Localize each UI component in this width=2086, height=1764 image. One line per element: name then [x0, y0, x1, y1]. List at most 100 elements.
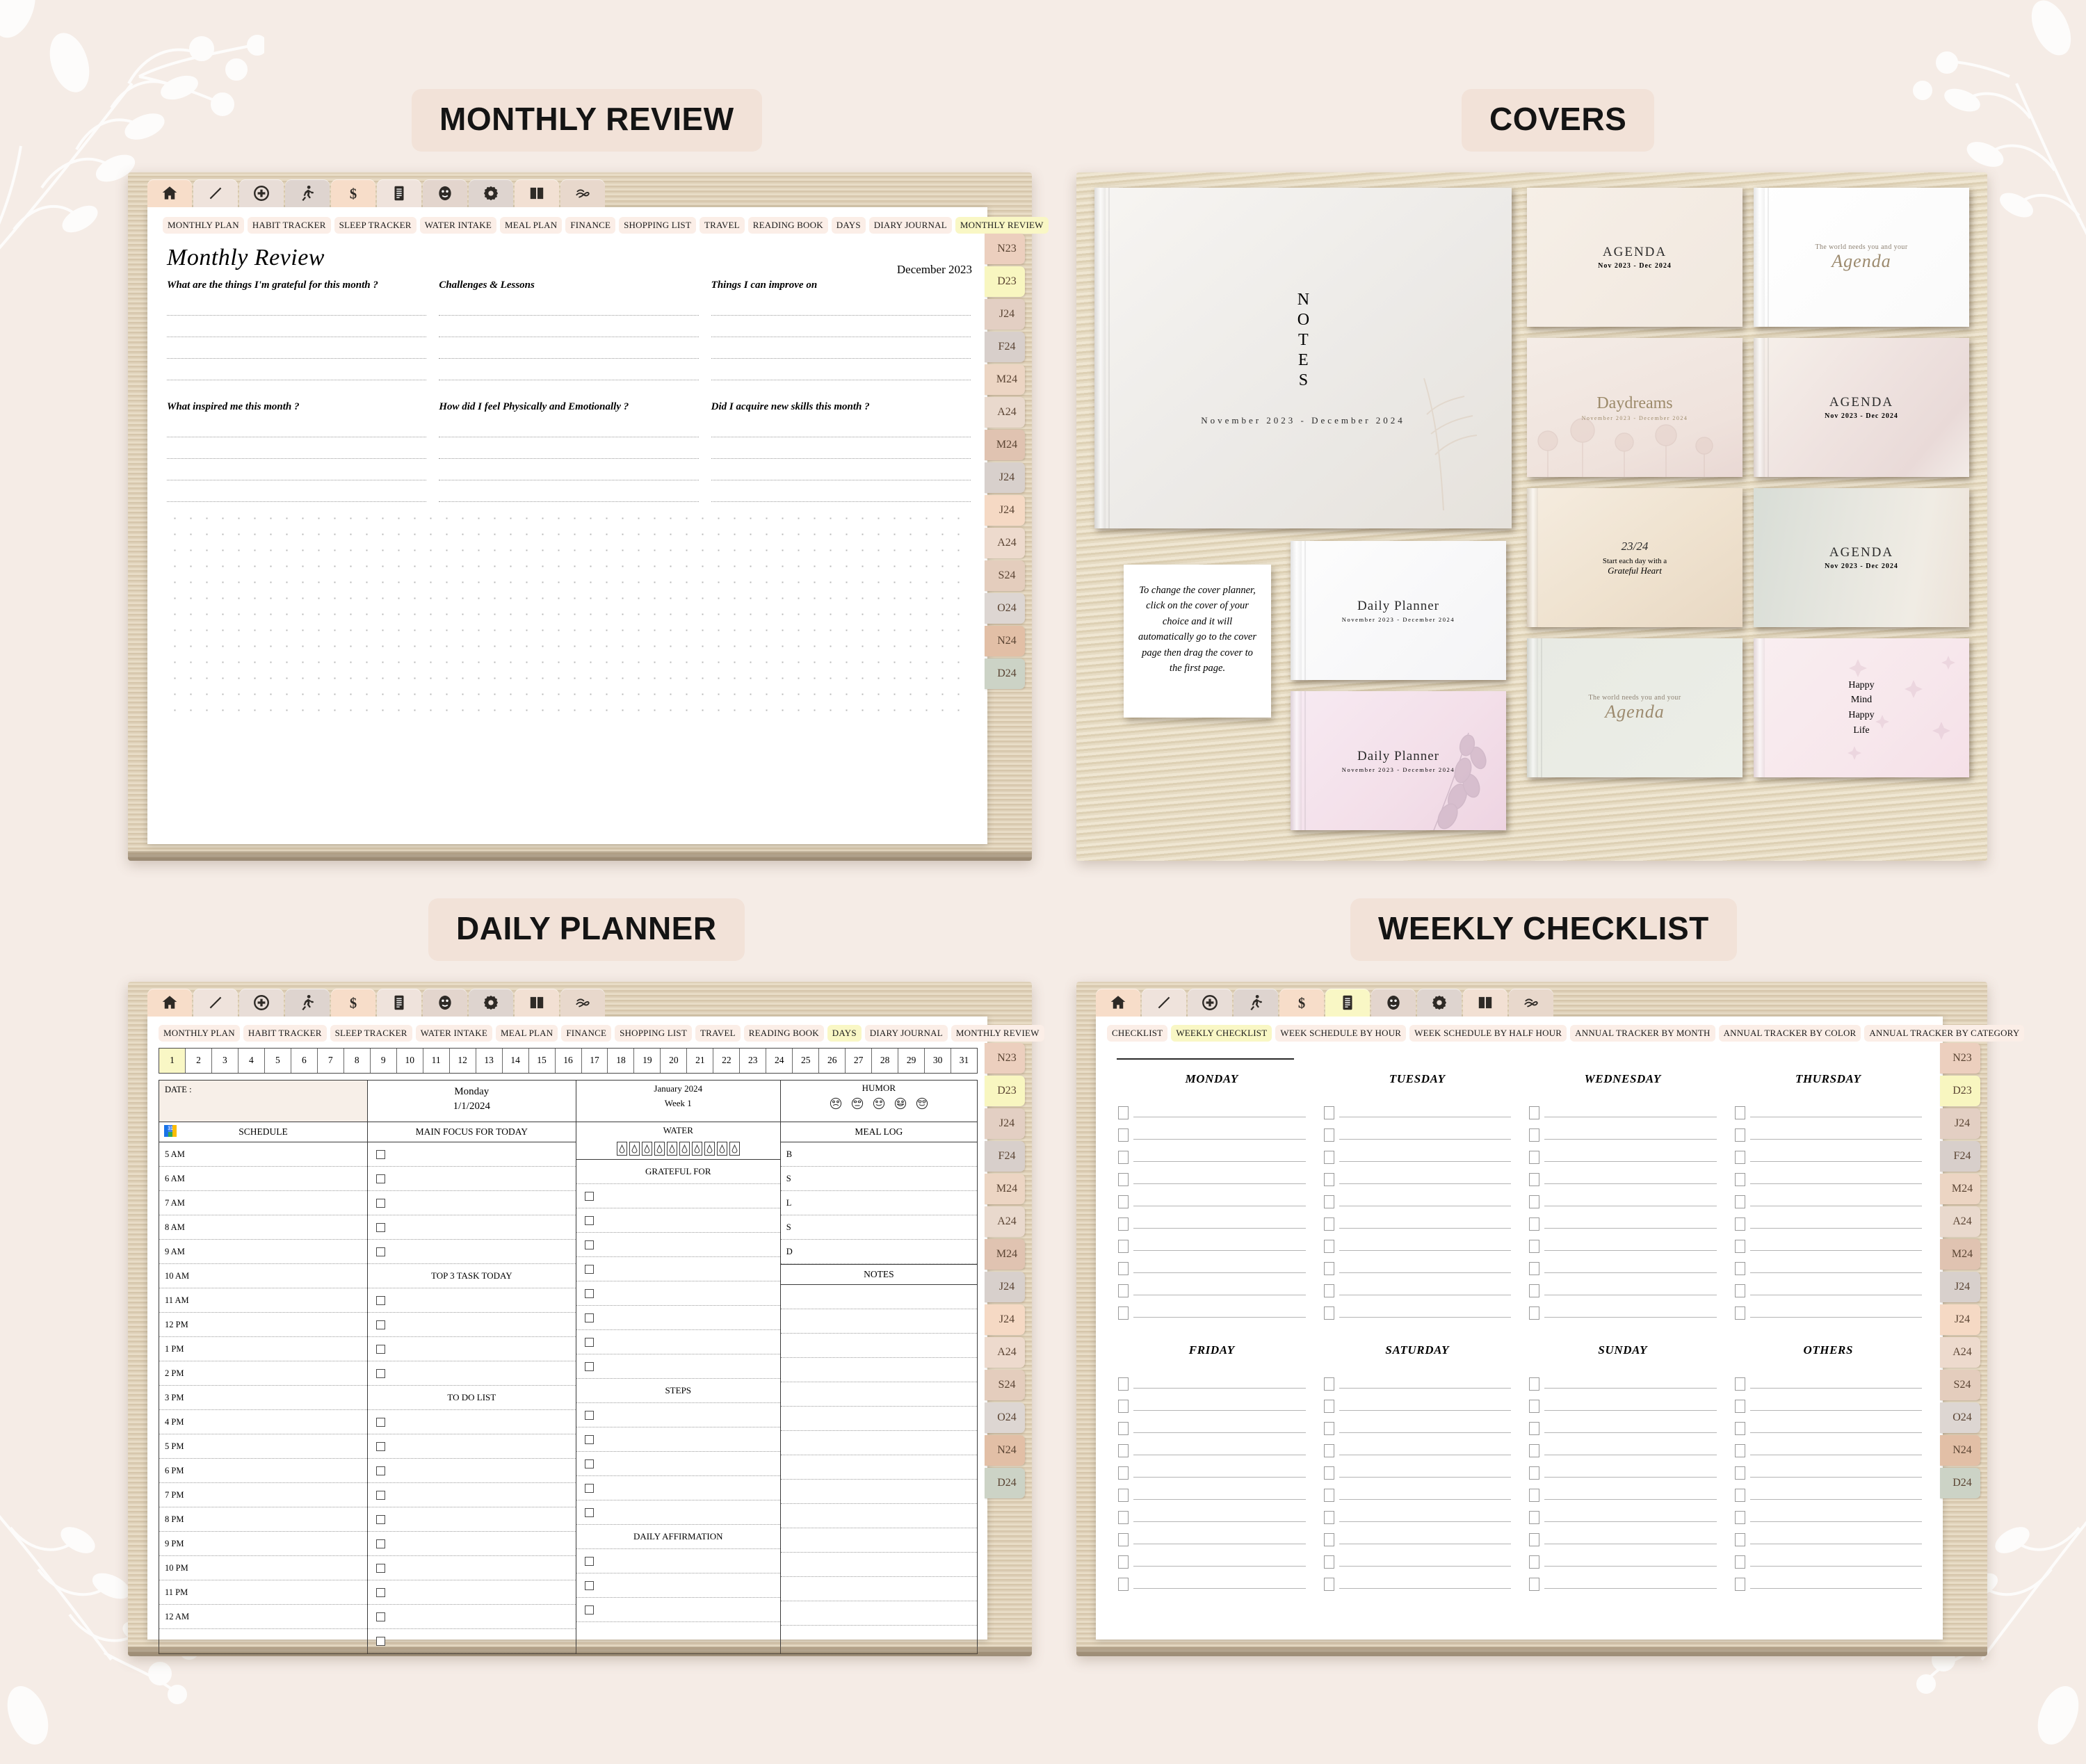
schedule-row[interactable]: 4 PM — [159, 1410, 367, 1434]
schedule-row[interactable]: 5 AM — [159, 1142, 367, 1167]
checkbox[interactable] — [1118, 1555, 1129, 1569]
gear-icon[interactable] — [469, 179, 513, 207]
dot-grid-notes-area[interactable] — [167, 510, 971, 712]
meal-log-row[interactable]: D — [780, 1240, 977, 1264]
schedule-row[interactable]: 6 PM — [159, 1459, 367, 1483]
write-line[interactable] — [1339, 1499, 1511, 1500]
day-cell-31[interactable]: 31 — [951, 1049, 977, 1073]
checkbox[interactable] — [1529, 1195, 1539, 1208]
day-cell-28[interactable]: 28 — [872, 1049, 899, 1073]
checklist-item[interactable] — [1323, 1480, 1511, 1502]
write-line[interactable] — [711, 359, 971, 380]
write-line[interactable] — [1339, 1272, 1511, 1273]
schedule-row[interactable]: 8 AM — [159, 1215, 367, 1240]
checklist-item[interactable] — [1118, 1231, 1306, 1253]
dollar-icon[interactable]: $ — [1279, 989, 1324, 1017]
notes-row[interactable] — [780, 1528, 977, 1553]
to-do-list-item[interactable] — [367, 1532, 576, 1556]
notes-row[interactable] — [780, 1480, 977, 1504]
to-do-list-item[interactable] — [367, 1629, 576, 1653]
month-tab-d24-13[interactable]: D24 — [1940, 1468, 1980, 1498]
checkbox[interactable] — [1734, 1262, 1745, 1275]
write-line[interactable] — [1544, 1317, 1717, 1318]
checkbox[interactable] — [375, 1490, 385, 1500]
checkbox[interactable] — [1529, 1489, 1539, 1502]
checklist-item[interactable] — [1118, 1186, 1306, 1208]
write-line[interactable] — [439, 294, 699, 316]
checklist-item[interactable] — [1734, 1524, 1922, 1546]
day-cell-3[interactable]: 3 — [212, 1049, 238, 1073]
checkbox[interactable] — [375, 1563, 385, 1573]
smiley-icon[interactable] — [1371, 989, 1416, 1017]
checkbox[interactable] — [375, 1247, 385, 1256]
checklist-item[interactable] — [1734, 1569, 1922, 1591]
month-tab-s24-10[interactable]: S24 — [985, 560, 1025, 591]
checkbox[interactable] — [1529, 1106, 1539, 1119]
write-line[interactable] — [1749, 1183, 1922, 1184]
checkbox[interactable] — [1734, 1578, 1745, 1591]
write-line[interactable] — [167, 337, 427, 359]
checkbox[interactable] — [1734, 1555, 1745, 1569]
day-cell-12[interactable]: 12 — [450, 1049, 476, 1073]
to-do-list-item[interactable] — [367, 1459, 576, 1483]
cover-notes[interactable]: NOTES November 2023 - December 2024 — [1094, 188, 1512, 528]
checkbox[interactable] — [1118, 1466, 1129, 1480]
day-cell-23[interactable]: 23 — [740, 1049, 767, 1073]
checkbox[interactable] — [1734, 1400, 1745, 1413]
schedule-row[interactable]: 6 AM — [159, 1167, 367, 1191]
day-cell-29[interactable]: 29 — [898, 1049, 925, 1073]
checkbox[interactable] — [1323, 1466, 1334, 1480]
month-tab-a24-9[interactable]: A24 — [985, 528, 1025, 558]
checklist-item[interactable] — [1118, 1253, 1306, 1275]
checkbox[interactable] — [1323, 1240, 1334, 1253]
schedule-row[interactable]: 1 PM — [159, 1337, 367, 1361]
write-line[interactable] — [167, 459, 427, 480]
checkbox[interactable] — [1529, 1173, 1539, 1186]
dollar-icon[interactable]: $ — [331, 989, 375, 1017]
checkbox[interactable] — [1734, 1128, 1745, 1142]
day-cell-15[interactable]: 15 — [529, 1049, 556, 1073]
checklist-item[interactable] — [1118, 1546, 1306, 1569]
checklist-item[interactable] — [1118, 1368, 1306, 1391]
checkbox[interactable] — [1118, 1578, 1129, 1591]
month-tab-a24-9[interactable]: A24 — [985, 1337, 1025, 1368]
month-tab-f24-3[interactable]: F24 — [1940, 1141, 1980, 1172]
write-line[interactable] — [1133, 1388, 1306, 1389]
checkbox[interactable] — [1323, 1128, 1334, 1142]
write-line[interactable] — [1133, 1432, 1306, 1433]
checkbox[interactable] — [1734, 1377, 1745, 1391]
to-do-list-item[interactable] — [367, 1483, 576, 1507]
nav-tab-monthly-plan[interactable]: MONTHLY PLAN — [163, 217, 244, 234]
cover-agenda-script-white[interactable]: The world needs you and your Agenda — [1754, 188, 1969, 327]
checkbox[interactable] — [375, 1368, 385, 1378]
checkbox[interactable] — [1734, 1151, 1745, 1164]
checkbox[interactable] — [375, 1587, 385, 1597]
checkbox[interactable] — [1529, 1533, 1539, 1546]
checklist-item[interactable] — [1118, 1164, 1306, 1186]
steps-item[interactable] — [576, 1427, 780, 1452]
write-line[interactable] — [167, 437, 427, 459]
checklist-item[interactable] — [1529, 1413, 1717, 1435]
book-icon[interactable] — [515, 989, 559, 1017]
top-3-task-item[interactable] — [367, 1361, 576, 1386]
checklist-item[interactable] — [1529, 1524, 1717, 1546]
nav-tab-checklist[interactable]: CHECKLIST — [1107, 1025, 1168, 1042]
day-cell-17[interactable]: 17 — [582, 1049, 608, 1073]
grateful-item[interactable] — [576, 1306, 780, 1330]
month-tab-m24-6[interactable]: M24 — [985, 430, 1025, 460]
nav-tab-monthly-plan[interactable]: MONTHLY PLAN — [159, 1025, 240, 1042]
nav-tab-reading-book[interactable]: READING BOOK — [743, 1025, 824, 1042]
month-tab-n24-12[interactable]: N24 — [985, 1435, 1025, 1466]
checklist-item[interactable] — [1529, 1368, 1717, 1391]
main-focus-item[interactable] — [367, 1215, 576, 1240]
checkbox[interactable] — [375, 1636, 385, 1646]
write-line[interactable] — [1544, 1139, 1717, 1140]
notes-row[interactable] — [780, 1334, 977, 1358]
month-tab-o24-11[interactable]: O24 — [985, 1402, 1025, 1433]
checklist-item[interactable] — [1529, 1457, 1717, 1480]
month-tab-a24-5[interactable]: A24 — [1940, 1206, 1980, 1237]
gear-icon[interactable] — [1417, 989, 1462, 1017]
book-icon[interactable] — [515, 179, 559, 207]
write-line[interactable] — [1544, 1183, 1717, 1184]
notes-row[interactable] — [780, 1577, 977, 1601]
